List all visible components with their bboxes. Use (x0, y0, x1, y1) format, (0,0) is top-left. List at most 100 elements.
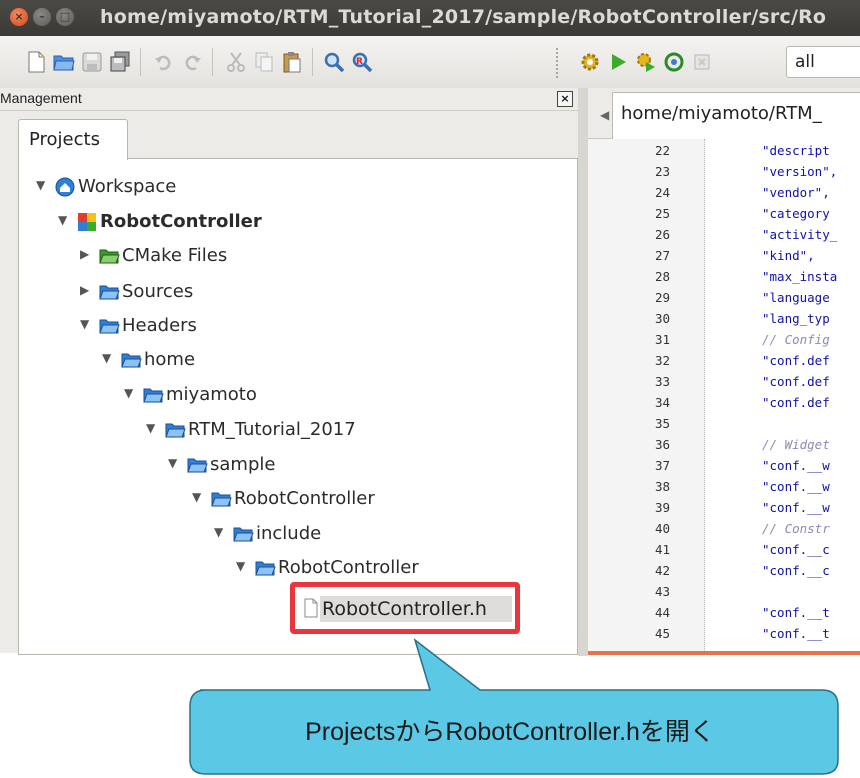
copy-button[interactable] (252, 50, 276, 74)
build-target-value: all (795, 52, 815, 72)
project-icon (78, 213, 96, 231)
find-replace-icon: R (352, 52, 373, 73)
undo-button[interactable] (152, 50, 176, 74)
folder-icon (165, 423, 186, 438)
toolbar-grip-handle[interactable] (556, 48, 562, 78)
tree-item-label: miyamoto (166, 384, 257, 405)
title-bar: × – □ home/miyamoto/RTM_Tutorial_2017/sa… (0, 0, 860, 36)
tree-item-label: RTM_Tutorial_2017 (188, 419, 356, 440)
window-title: home/miyamoto/RTM_Tutorial_2017/sample/R… (100, 6, 827, 28)
expanded-arrow-icon[interactable]: ▼ (58, 213, 67, 227)
expanded-arrow-icon[interactable]: ▼ (80, 317, 89, 331)
tree-item-label: CMake Files (122, 245, 228, 266)
close-window-button[interactable]: × (10, 8, 28, 26)
line-number: 30 (654, 311, 670, 326)
expanded-arrow-icon[interactable]: ▼ (124, 386, 133, 400)
save-all-icon (110, 51, 130, 72)
line-number: 33 (654, 374, 670, 389)
line-number: 24 (654, 185, 670, 200)
paste-icon (283, 52, 301, 73)
code-line: "max_insta (762, 270, 838, 284)
close-icon: × (14, 10, 24, 23)
redo-button[interactable] (180, 50, 204, 74)
new-file-button[interactable] (24, 50, 48, 74)
collapsed-arrow-icon[interactable]: ▶ (80, 283, 89, 297)
tab-scroll-left-icon[interactable]: ◀ (600, 108, 609, 122)
line-number: 43 (654, 584, 670, 599)
cut-button[interactable] (224, 50, 248, 74)
save-button[interactable] (80, 50, 104, 74)
line-number: 28 (654, 269, 670, 284)
workspace-icon (55, 177, 75, 197)
close-panel-button[interactable]: × (557, 91, 573, 107)
folder-icon (233, 527, 254, 542)
collapsed-arrow-icon[interactable]: ▶ (80, 247, 89, 261)
code-line: "version", (762, 165, 838, 179)
copy-icon (255, 52, 273, 72)
line-number: 39 (654, 500, 670, 515)
panel-splitter[interactable] (578, 88, 588, 656)
line-number: 23 (654, 164, 670, 179)
toolbar-separator (312, 48, 313, 76)
management-panel-header: Management × (0, 88, 578, 111)
management-panel-title: Management (0, 90, 82, 106)
rebuild-button[interactable] (662, 50, 686, 74)
expanded-arrow-icon[interactable]: ▼ (236, 559, 245, 573)
expanded-arrow-icon[interactable]: ▼ (36, 178, 45, 192)
minimize-window-button[interactable]: – (33, 8, 51, 26)
gear-icon (581, 53, 599, 71)
line-number: 27 (654, 248, 670, 263)
folder-icon (143, 388, 164, 403)
rebuild-icon (664, 52, 684, 72)
new-file-icon (28, 51, 45, 73)
build-and-run-button[interactable] (634, 50, 658, 74)
editor-tab[interactable]: home/miyamoto/RTM_ (612, 92, 860, 139)
code-line: "conf.__t (762, 606, 830, 620)
line-number: 38 (654, 479, 670, 494)
line-number: 41 (654, 542, 670, 557)
line-number: 35 (654, 416, 670, 431)
code-line: "language (762, 291, 830, 305)
line-number: 36 (654, 437, 670, 452)
toolbar-separator (212, 48, 213, 76)
code-line: "descript (762, 144, 830, 158)
find-button[interactable] (322, 50, 346, 74)
minimize-icon: – (39, 10, 45, 23)
paste-button[interactable] (280, 50, 304, 74)
code-comment: // Config (762, 333, 830, 347)
line-number: 45 (654, 626, 670, 641)
expanded-arrow-icon[interactable]: ▼ (102, 351, 111, 365)
tree-item-label: RobotController (234, 488, 375, 509)
build-target-select[interactable]: all (786, 46, 860, 78)
main-toolbar: R all (0, 36, 860, 89)
tree-item-label: Sources (122, 281, 194, 302)
editor-tab-label: home/miyamoto/RTM_ (621, 103, 822, 124)
expanded-arrow-icon[interactable]: ▼ (214, 525, 223, 539)
tree-item-label: sample (210, 454, 276, 475)
code-line: "conf.__c (762, 564, 830, 578)
code-line: "conf.__w (762, 480, 830, 494)
callout-text: ProjectsからRobotController.hを開く (305, 718, 715, 746)
run-button[interactable] (606, 50, 630, 74)
line-number: 31 (654, 332, 670, 347)
expanded-arrow-icon[interactable]: ▼ (168, 456, 177, 470)
replace-button[interactable]: R (350, 50, 374, 74)
folder-icon (99, 319, 120, 334)
highlight-annotation-box (290, 582, 520, 634)
expanded-arrow-icon[interactable]: ▼ (146, 421, 155, 435)
abort-button[interactable] (690, 50, 714, 74)
build-run-icon (637, 53, 655, 72)
expanded-arrow-icon[interactable]: ▼ (192, 490, 201, 504)
folder-icon (211, 492, 232, 507)
svg-text:R: R (356, 57, 363, 67)
open-file-button[interactable] (52, 50, 76, 74)
maximize-window-button[interactable]: □ (56, 8, 74, 26)
tab-projects[interactable]: Projects (18, 119, 128, 160)
save-all-button[interactable] (108, 50, 132, 74)
line-number: 25 (654, 206, 670, 221)
code-line: "conf.__w (762, 459, 830, 473)
line-number: 34 (654, 395, 670, 410)
build-button[interactable] (578, 50, 602, 74)
code-line: "conf.def (762, 354, 830, 368)
